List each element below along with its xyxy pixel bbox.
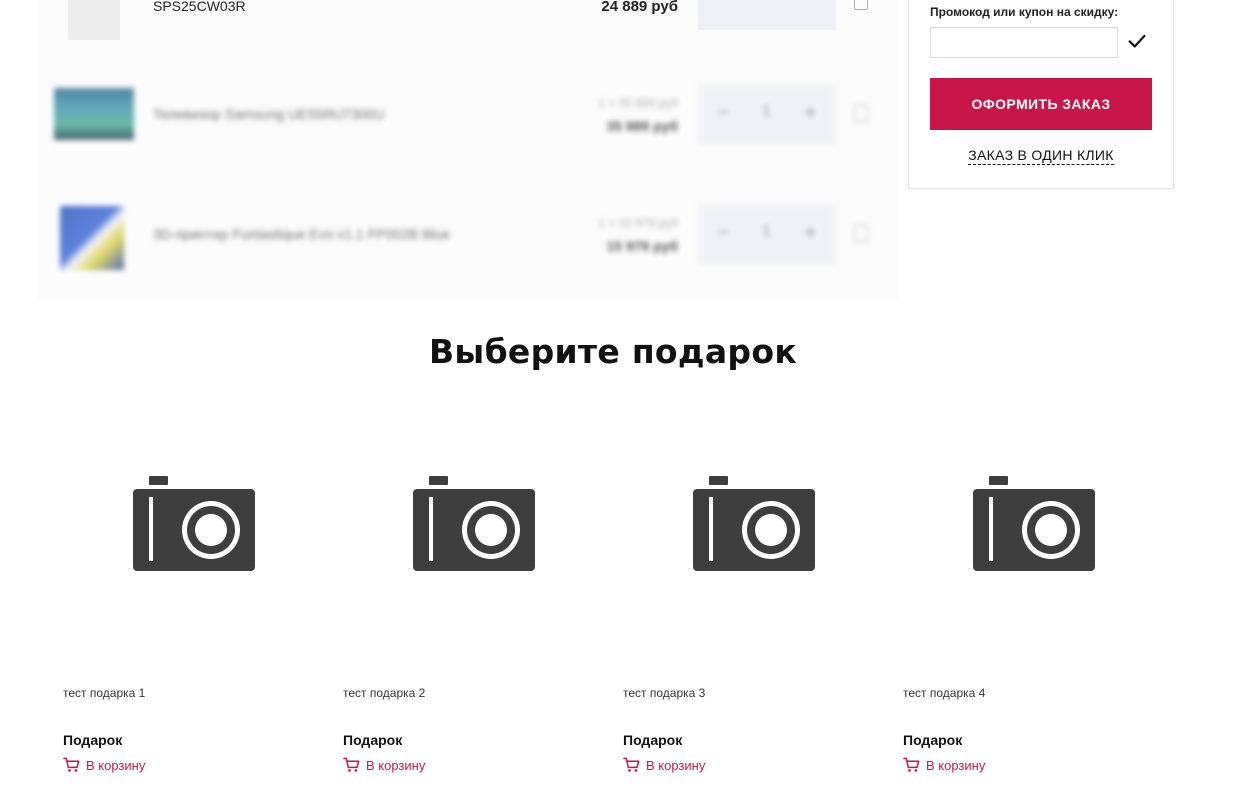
promo-code-label: Промокод или купон на скидку:: [930, 5, 1119, 19]
cart-page: SPS25CW03R 24 889 руб Телевизор Samsung …: [0, 0, 1238, 800]
add-to-cart-button[interactable]: В корзину: [623, 757, 705, 773]
product-name[interactable]: SPS25CW03R: [153, 0, 246, 14]
gift-card: тест подарка 1 Подарок В корзину: [63, 440, 325, 780]
product-unit-price: 1 × 15 979 руб: [598, 216, 678, 230]
quantity-value[interactable]: 1: [762, 224, 771, 240]
camera-icon[interactable]: [693, 476, 815, 572]
quantity-value[interactable]: 1: [762, 104, 771, 120]
checkout-button[interactable]: ОФОРМИТЬ ЗАКАЗ: [930, 78, 1152, 130]
quantity-stepper[interactable]: − 1 +: [698, 204, 836, 266]
add-to-cart-label: В корзину: [366, 757, 426, 773]
cart-row: Телевизор Samsung UE55RU7300U 1 × 35 889…: [38, 66, 898, 166]
gift-name[interactable]: тест подарка 1: [63, 686, 145, 700]
cart-row: 3D-принтер Funtastique Evo v1.1 FP002B B…: [38, 186, 898, 286]
gift-price: Подарок: [903, 732, 963, 748]
quantity-increase-button[interactable]: +: [803, 102, 818, 123]
cart-item-list: SPS25CW03R 24 889 руб Телевизор Samsung …: [38, 0, 898, 300]
product-thumbnail[interactable]: [54, 88, 134, 140]
trash-icon[interactable]: [854, 0, 868, 10]
add-to-cart-button[interactable]: В корзину: [63, 757, 145, 773]
product-unit-price: 1 × 35 889 руб: [598, 96, 678, 110]
trash-icon[interactable]: [854, 104, 868, 122]
add-to-cart-label: В корзину: [926, 757, 986, 773]
camera-icon[interactable]: [973, 476, 1095, 572]
gift-card: тест подарка 4 Подарок В корзину: [903, 440, 1165, 780]
promo-code-input[interactable]: [930, 27, 1118, 58]
gift-price: Подарок: [343, 732, 403, 748]
gift-name[interactable]: тест подарка 4: [903, 686, 985, 700]
gift-card: тест подарка 3 Подарок В корзину: [623, 440, 885, 780]
gift-price: Подарок: [63, 732, 123, 748]
product-name[interactable]: 3D-принтер Funtastique Evo v1.1 FP002B B…: [153, 226, 450, 242]
add-to-cart-button[interactable]: В корзину: [343, 757, 425, 773]
one-click-order-link[interactable]: ЗАКАЗ В ОДИН КЛИК: [968, 147, 1114, 165]
quantity-decrease-button[interactable]: −: [716, 222, 731, 243]
one-click-order-wrap: ЗАКАЗ В ОДИН КЛИК: [909, 147, 1173, 165]
product-thumbnail[interactable]: [60, 206, 124, 270]
quantity-decrease-button[interactable]: −: [716, 102, 731, 123]
cart-row: SPS25CW03R 24 889 руб: [38, 0, 898, 64]
camera-icon[interactable]: [133, 476, 255, 572]
cart-icon: [63, 757, 80, 772]
add-to-cart-button[interactable]: В корзину: [903, 757, 985, 773]
product-name[interactable]: Телевизор Samsung UE55RU7300U: [153, 106, 385, 122]
product-thumbnail[interactable]: [68, 0, 120, 40]
gift-price: Подарок: [623, 732, 683, 748]
gift-name[interactable]: тест подарка 2: [343, 686, 425, 700]
product-price: 24 889 руб: [601, 0, 678, 15]
check-icon[interactable]: [1126, 30, 1148, 52]
product-price: 15 979 руб: [606, 238, 678, 254]
camera-icon[interactable]: [413, 476, 535, 572]
add-to-cart-label: В корзину: [646, 757, 706, 773]
gift-name[interactable]: тест подарка 3: [623, 686, 705, 700]
order-summary-panel: Промокод или купон на скидку: ОФОРМИТЬ З…: [908, 0, 1174, 189]
product-price: 35 889 руб: [606, 118, 678, 134]
gift-section-title: Выберите подарок: [428, 332, 798, 371]
add-to-cart-label: В корзину: [86, 757, 146, 773]
cart-icon: [903, 757, 920, 772]
quantity-stepper[interactable]: [698, 0, 836, 30]
quantity-stepper[interactable]: − 1 +: [698, 84, 836, 146]
quantity-increase-button[interactable]: +: [803, 222, 818, 243]
gift-card: тест подарка 2 Подарок В корзину: [343, 440, 605, 780]
trash-icon[interactable]: [854, 224, 868, 242]
cart-icon: [623, 757, 640, 772]
cart-icon: [343, 757, 360, 772]
